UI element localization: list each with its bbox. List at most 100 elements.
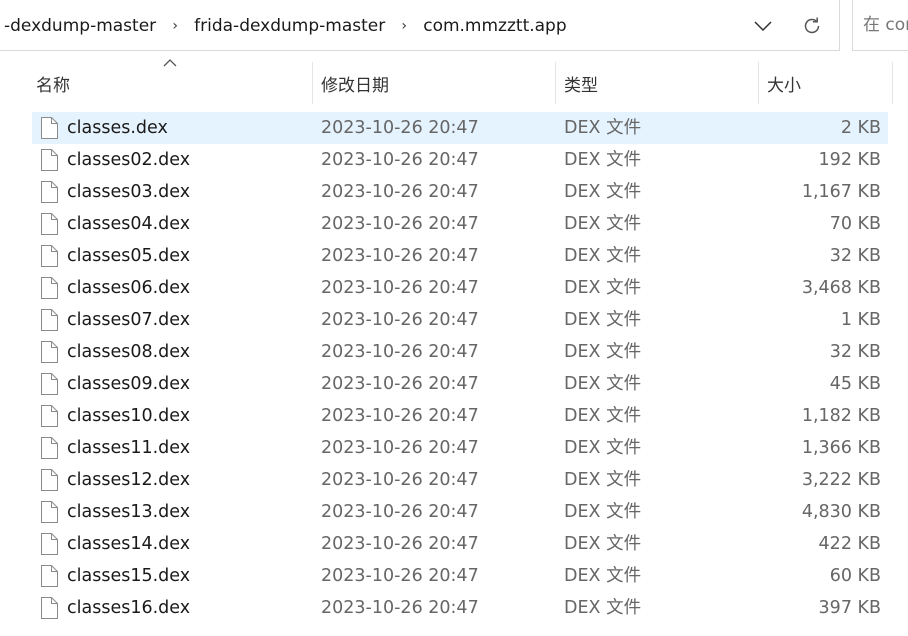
file-row[interactable]: classes02.dex 2023-10-26 20:47 DEX 文件 192 K…	[32, 144, 888, 176]
file-icon	[41, 309, 58, 331]
chevron-down-icon	[754, 21, 772, 31]
file-row[interactable]: classes12.dex 2023-10-26 20:47 DEX 文件 3,222…	[32, 464, 888, 496]
file-type: DEX 文件	[564, 470, 642, 490]
file-modified-date: 2023-10-26 20:47	[321, 278, 479, 298]
file-type: DEX 文件	[564, 342, 642, 362]
column-header-size[interactable]: 大小	[758, 62, 893, 104]
file-type: DEX 文件	[564, 438, 642, 458]
file-row[interactable]: classes06.dex 2023-10-26 20:47 DEX 文件 3,468…	[32, 272, 888, 304]
file-size: 192 KB	[818, 150, 881, 170]
file-name: classes14.dex	[67, 534, 191, 554]
breadcrumb-item-frida-dexdump-master[interactable]: frida-dexdump-master	[188, 16, 391, 36]
file-icon	[41, 277, 58, 299]
file-icon	[41, 533, 58, 555]
file-size: 422 KB	[818, 534, 881, 554]
address-bar-row: -dexdump-master › frida-dexdump-master ›…	[0, 0, 908, 52]
file-type: DEX 文件	[564, 246, 642, 266]
file-icon	[41, 501, 58, 523]
file-size: 3,222 KB	[801, 470, 881, 490]
address-bar[interactable]: -dexdump-master › frida-dexdump-master ›…	[0, 0, 840, 51]
breadcrumb: -dexdump-master › frida-dexdump-master ›…	[0, 0, 573, 51]
file-icon	[41, 405, 58, 427]
file-icon	[41, 213, 58, 235]
file-row[interactable]: classes11.dex 2023-10-26 20:47 DEX 文件 1,366…	[32, 432, 888, 464]
breadcrumb-separator-icon[interactable]: ›	[391, 18, 417, 34]
file-row[interactable]: classes16.dex 2023-10-26 20:47 DEX 文件 397 K…	[32, 592, 888, 624]
file-list: classes.dex 2023-10-26 20:47 DEX 文件 2 KB cla…	[32, 112, 888, 624]
file-row[interactable]: classes15.dex 2023-10-26 20:47 DEX 文件 60 KB	[32, 560, 888, 592]
file-icon	[41, 469, 58, 491]
file-icon	[41, 181, 58, 203]
file-modified-date: 2023-10-26 20:47	[321, 566, 479, 586]
file-name: classes13.dex	[67, 502, 191, 522]
file-row[interactable]: classes03.dex 2023-10-26 20:47 DEX 文件 1,167…	[32, 176, 888, 208]
file-row[interactable]: classes04.dex 2023-10-26 20:47 DEX 文件 70 KB	[32, 208, 888, 240]
column-header-date-label: 修改日期	[321, 75, 389, 96]
file-icon	[41, 565, 58, 587]
file-icon	[41, 117, 58, 139]
file-icon	[41, 437, 58, 459]
file-modified-date: 2023-10-26 20:47	[321, 598, 479, 618]
file-size: 3,468 KB	[801, 278, 881, 298]
column-header-date[interactable]: 修改日期	[312, 62, 555, 104]
file-name: classes04.dex	[67, 214, 191, 234]
file-modified-date: 2023-10-26 20:47	[321, 310, 479, 330]
refresh-button[interactable]	[795, 10, 829, 42]
file-name: classes.dex	[67, 118, 168, 138]
file-type: DEX 文件	[564, 502, 642, 522]
file-row[interactable]: classes10.dex 2023-10-26 20:47 DEX 文件 1,182…	[32, 400, 888, 432]
file-modified-date: 2023-10-26 20:47	[321, 342, 479, 362]
file-size: 45 KB	[829, 374, 881, 394]
file-name: classes16.dex	[67, 598, 191, 618]
breadcrumb-item-com-mmzztt-app[interactable]: com.mmzztt.app	[417, 16, 572, 36]
file-type: DEX 文件	[564, 214, 642, 234]
file-name: classes12.dex	[67, 470, 191, 490]
file-modified-date: 2023-10-26 20:47	[321, 438, 479, 458]
breadcrumb-item-dexdump-master[interactable]: -dexdump-master	[0, 16, 162, 36]
file-modified-date: 2023-10-26 20:47	[321, 470, 479, 490]
file-modified-date: 2023-10-26 20:47	[321, 502, 479, 522]
address-history-button[interactable]	[746, 10, 780, 42]
column-header-type[interactable]: 类型	[555, 62, 758, 104]
file-modified-date: 2023-10-26 20:47	[321, 534, 479, 554]
file-row[interactable]: classes.dex 2023-10-26 20:47 DEX 文件 2 KB	[32, 112, 888, 144]
file-size: 1,366 KB	[801, 438, 881, 458]
file-type: DEX 文件	[564, 150, 642, 170]
file-type: DEX 文件	[564, 182, 642, 202]
file-name: classes06.dex	[67, 278, 191, 298]
breadcrumb-separator-icon[interactable]: ›	[162, 18, 188, 34]
file-type: DEX 文件	[564, 374, 642, 394]
file-size: 1,182 KB	[801, 406, 881, 426]
file-row[interactable]: classes07.dex 2023-10-26 20:47 DEX 文件 1 KB	[32, 304, 888, 336]
file-size: 4,830 KB	[801, 502, 881, 522]
file-modified-date: 2023-10-26 20:47	[321, 374, 479, 394]
file-type: DEX 文件	[564, 278, 642, 298]
file-row[interactable]: classes14.dex 2023-10-26 20:47 DEX 文件 422 K…	[32, 528, 888, 560]
file-icon	[41, 597, 58, 619]
file-modified-date: 2023-10-26 20:47	[321, 246, 479, 266]
file-modified-date: 2023-10-26 20:47	[321, 214, 479, 234]
column-header-name-label: 名称	[36, 75, 70, 96]
search-input[interactable]	[863, 15, 908, 35]
file-row[interactable]: classes09.dex 2023-10-26 20:47 DEX 文件 45 KB	[32, 368, 888, 400]
file-size: 32 KB	[829, 246, 881, 266]
file-size: 32 KB	[829, 342, 881, 362]
column-header-size-label: 大小	[767, 75, 801, 96]
file-size: 1,167 KB	[801, 182, 881, 202]
file-modified-date: 2023-10-26 20:47	[321, 150, 479, 170]
file-modified-date: 2023-10-26 20:47	[321, 406, 479, 426]
file-row[interactable]: classes13.dex 2023-10-26 20:47 DEX 文件 4,830…	[32, 496, 888, 528]
file-size: 397 KB	[818, 598, 881, 618]
file-type: DEX 文件	[564, 118, 642, 138]
file-icon	[41, 373, 58, 395]
file-icon	[41, 149, 58, 171]
file-name: classes10.dex	[67, 406, 191, 426]
file-size: 70 KB	[829, 214, 881, 234]
file-row[interactable]: classes05.dex 2023-10-26 20:47 DEX 文件 32 KB	[32, 240, 888, 272]
file-name: classes11.dex	[67, 438, 191, 458]
file-name: classes08.dex	[67, 342, 191, 362]
search-box[interactable]	[852, 0, 908, 51]
column-header-name[interactable]: 名称	[34, 62, 312, 104]
file-row[interactable]: classes08.dex 2023-10-26 20:47 DEX 文件 32 KB	[32, 336, 888, 368]
file-explorer-window: -dexdump-master › frida-dexdump-master ›…	[0, 0, 908, 636]
